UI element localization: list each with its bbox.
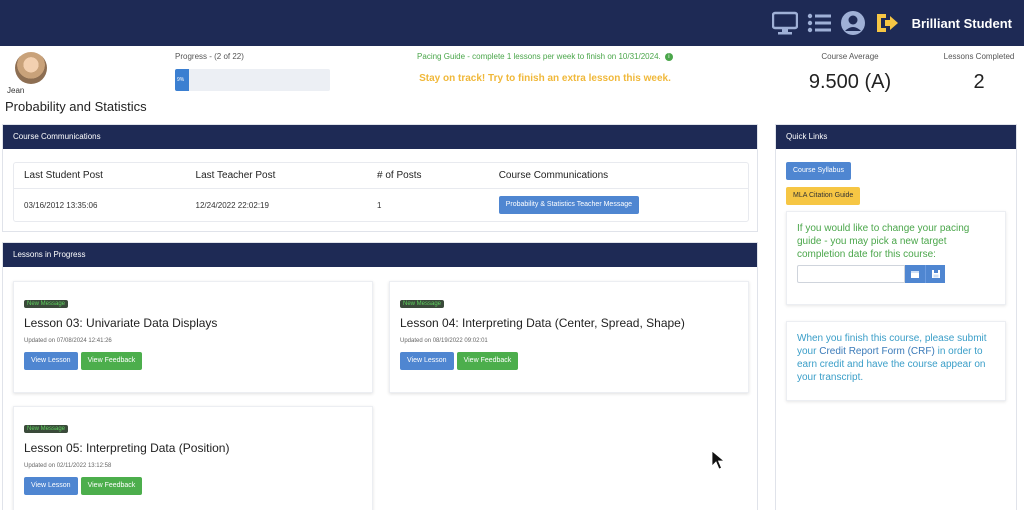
communications-table-header: Last Student Post Last Teacher Post # of… — [14, 163, 748, 189]
top-nav-bar: Brilliant Student — [0, 0, 1024, 46]
pacing-change-box: If you would like to change your pacing … — [786, 211, 1006, 305]
course-average: Course Average 9.500 (A) — [790, 52, 910, 94]
lesson-actions: View Lesson View Feedback — [24, 477, 362, 495]
communications-table: Last Student Post Last Teacher Post # of… — [13, 162, 749, 222]
calendar-button[interactable] — [905, 265, 925, 283]
lesson-actions: View Lesson View Feedback — [24, 352, 362, 370]
column-posts-count: # of Posts — [377, 170, 422, 181]
monitor-icon[interactable] — [771, 10, 798, 36]
teacher-message-button[interactable]: Probability & Statistics Teacher Message — [498, 196, 640, 214]
new-message-badge: New Message — [24, 300, 69, 308]
save-date-button[interactable] — [925, 265, 945, 283]
lesson-card-03: New Message Lesson 03: Univariate Data D… — [13, 281, 373, 393]
table-row: 03/16/2012 13:35:06 12/24/2022 22:02:19 … — [14, 189, 748, 221]
course-average-label: Course Average — [821, 52, 879, 61]
new-message-badge: New Message — [400, 300, 445, 308]
posts-count-value: 1 — [377, 200, 382, 210]
quick-links-heading: Quick Links — [776, 125, 1016, 149]
credit-report-text: When you finish this course, please subm… — [797, 332, 995, 384]
calendar-icon — [911, 271, 919, 278]
info-icon[interactable]: i — [664, 52, 673, 61]
target-date-input[interactable] — [797, 265, 905, 283]
pacing-warning: Stay on track! Try to finish an extra le… — [419, 73, 671, 84]
lessons-completed-label: Lessons Completed — [943, 52, 1015, 61]
pacing-guide-text: Pacing Guide - complete 1 lessons per we… — [380, 52, 710, 61]
message-cell: Probability & Statistics Teacher Message — [498, 196, 748, 214]
pacing-guide-label: Pacing Guide - complete 1 lessons per we… — [417, 52, 661, 61]
lesson-updated: Updated on 07/08/2024 12:41:26 — [24, 338, 112, 344]
lessons-in-progress-heading: Lessons in Progress — [3, 243, 757, 267]
student-info: Jean Probability and Statistics — [5, 52, 170, 114]
pacing-change-text: If you would like to change your pacing … — [797, 223, 970, 260]
lesson-actions: View Lesson View Feedback — [400, 352, 738, 370]
column-course-communications: Course Communications — [498, 170, 609, 181]
course-communications-panel: Course Communications Last Student Post … — [2, 124, 758, 232]
brand-name: Brilliant Student — [911, 15, 1012, 31]
view-feedback-button[interactable]: View Feedback — [80, 477, 143, 495]
last-teacher-post-value: 12/24/2022 22:02:19 — [195, 200, 269, 210]
progress-fill: 9% — [175, 69, 189, 91]
lesson-title: Lesson 05: Interpreting Data (Position) — [24, 441, 230, 455]
view-lesson-button[interactable]: View Lesson — [24, 352, 78, 370]
pacing-guide: Pacing Guide - complete 1 lessons per we… — [380, 52, 710, 84]
last-student-post-value: 03/16/2012 13:35:06 — [24, 200, 98, 210]
course-syllabus-button[interactable]: Course Syllabus — [786, 162, 851, 180]
lessons-in-progress-panel: Lessons in Progress New Message Lesson 0… — [2, 242, 758, 510]
lessons-completed: Lessons Completed 2 — [935, 52, 1023, 94]
user-icon[interactable] — [840, 10, 866, 36]
lesson-card-05: New Message Lesson 05: Interpreting Data… — [13, 406, 373, 510]
target-date-row — [797, 265, 995, 283]
avatar[interactable] — [15, 52, 47, 84]
lessons-completed-value: 2 — [973, 71, 985, 93]
view-lesson-button[interactable]: View Lesson — [400, 352, 454, 370]
new-message-badge: New Message — [24, 425, 69, 433]
mla-citation-guide-button[interactable]: MLA Citation Guide — [786, 187, 861, 205]
student-name: Jean — [7, 86, 25, 95]
mouse-cursor-icon — [711, 450, 725, 470]
top-nav-icons: Brilliant Student — [771, 10, 1012, 36]
view-lesson-button[interactable]: View Lesson — [24, 477, 78, 495]
view-feedback-button[interactable]: View Feedback — [456, 352, 519, 370]
progress-section: Progress - (2 of 22) 9% — [175, 52, 335, 91]
course-title: Probability and Statistics — [5, 99, 147, 114]
progress-label: Progress - (2 of 22) — [175, 52, 244, 61]
course-communications-heading: Course Communications — [3, 125, 757, 149]
lesson-updated: Updated on 08/19/2022 09:02:01 — [400, 338, 488, 344]
save-icon — [931, 270, 940, 278]
course-average-value: 9.500 (A) — [808, 71, 892, 93]
lesson-title: Lesson 03: Univariate Data Displays — [24, 316, 218, 330]
column-last-teacher-post: Last Teacher Post — [195, 170, 276, 181]
list-icon[interactable] — [806, 10, 832, 36]
logout-icon[interactable] — [874, 10, 900, 36]
lesson-title: Lesson 04: Interpreting Data (Center, Sp… — [400, 316, 685, 330]
quick-links-panel: Quick Links Course Syllabus MLA Citation… — [775, 124, 1017, 510]
view-feedback-button[interactable]: View Feedback — [80, 352, 143, 370]
column-last-student-post: Last Student Post — [24, 170, 103, 181]
credit-report-form-link[interactable]: Credit Report Form (CRF) — [819, 346, 935, 357]
lesson-updated: Updated on 02/11/2022 13:12:58 — [24, 463, 112, 469]
lesson-card-04: New Message Lesson 04: Interpreting Data… — [389, 281, 749, 393]
credit-report-box: When you finish this course, please subm… — [786, 321, 1006, 401]
progress-bar: 9% — [175, 69, 330, 91]
